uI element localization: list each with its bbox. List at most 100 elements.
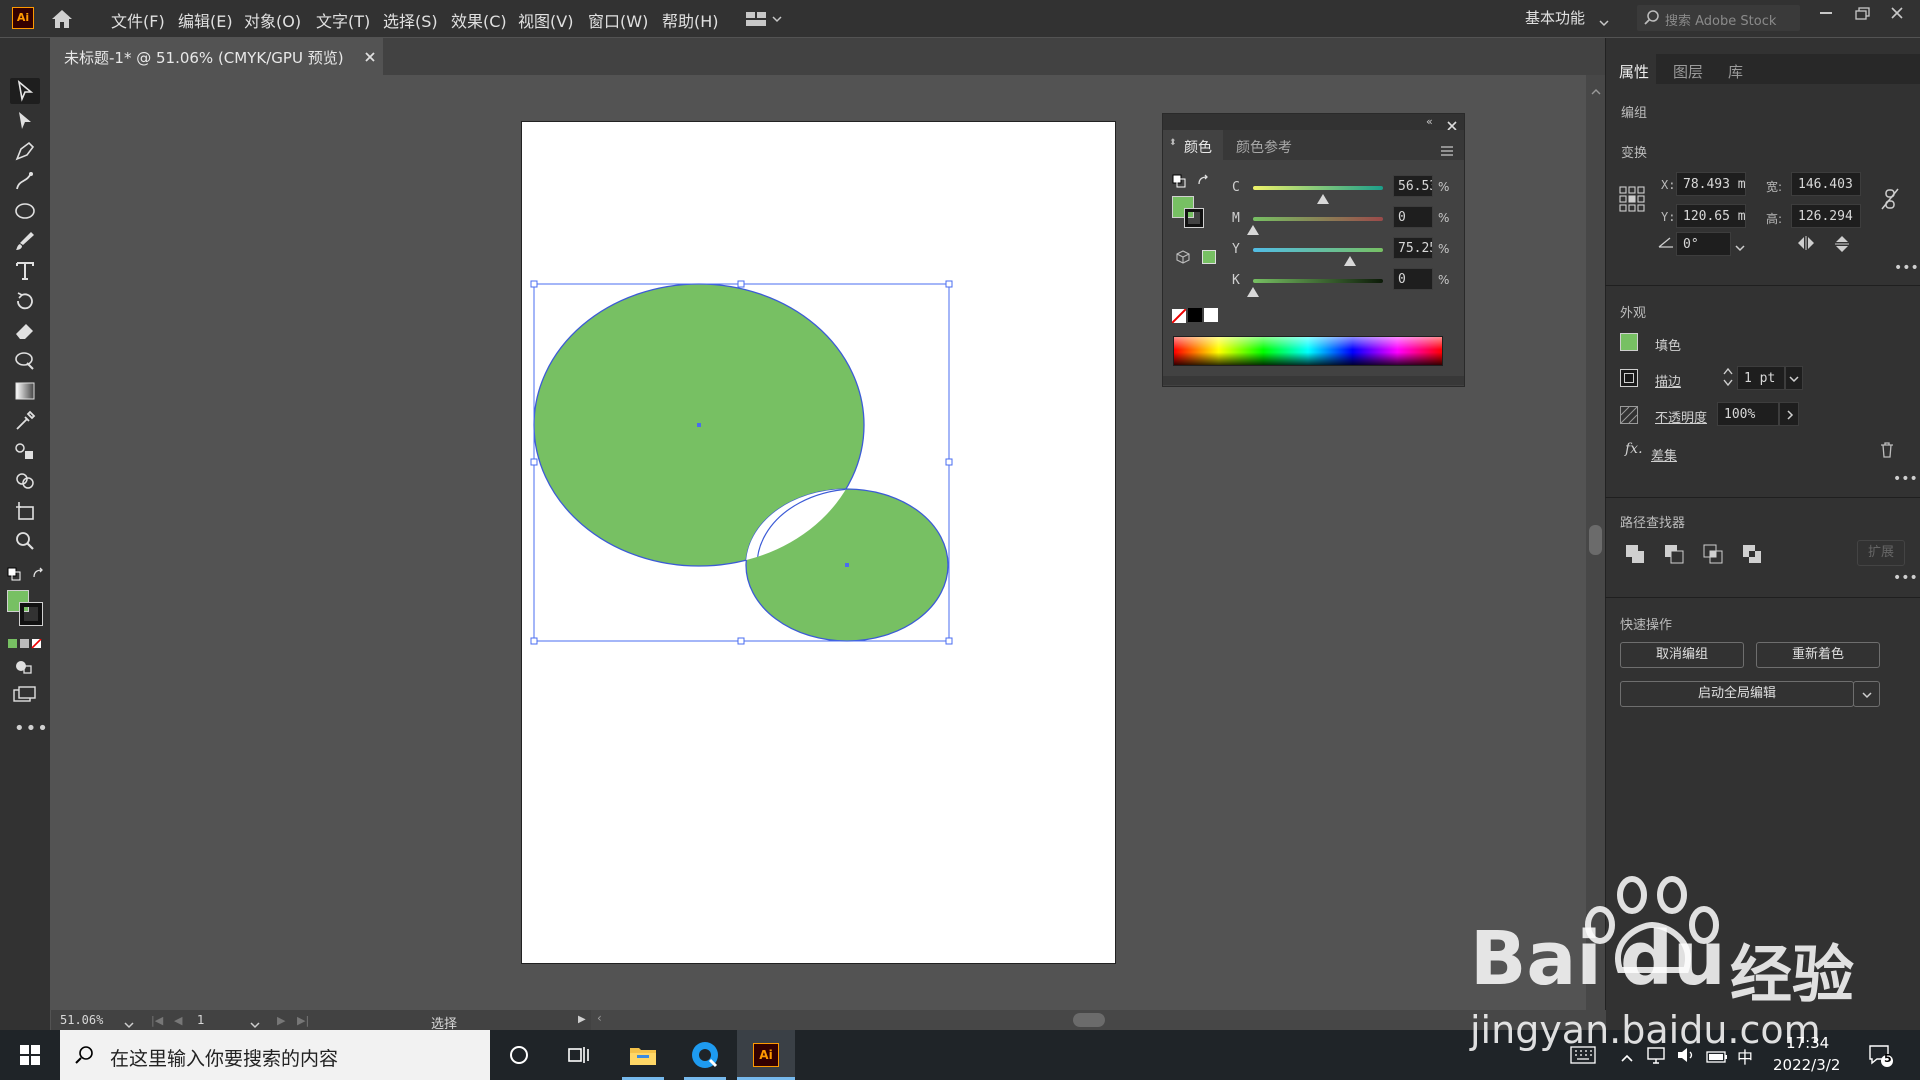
menu-edit[interactable]: 编辑(E) [178,8,233,32]
blend-tool[interactable] [10,438,40,464]
eraser-tool[interactable] [10,318,40,344]
yellow-slider-thumb[interactable] [1344,251,1356,270]
pathfinder-more-icon[interactable]: ••• [1893,570,1918,586]
menu-window[interactable]: 窗口(W) [588,8,648,32]
tab-layers[interactable]: 图层 [1673,61,1703,82]
opacity-field[interactable]: 100% [1717,402,1779,426]
color-panel-header[interactable]: « [1163,114,1464,131]
workspace-switcher[interactable]: 基本功能 [1525,7,1585,28]
first-artboard-icon[interactable]: |◀ [151,1014,163,1027]
default-fill-stroke-icon[interactable] [1172,173,1186,192]
gradient-tool[interactable] [10,378,40,404]
ungroup-button[interactable]: 取消编组 [1620,642,1744,668]
direct-selection-tool[interactable] [10,108,40,134]
recolor-button[interactable]: 重新着色 [1756,642,1880,668]
out-of-gamut-cube-icon[interactable] [1176,249,1190,268]
unite-icon[interactable] [1625,544,1645,568]
close-icon[interactable] [1890,5,1904,24]
flip-horizontal-icon[interactable] [1796,235,1816,255]
prev-artboard-icon[interactable]: ◀ [174,1014,182,1027]
status-menu-arrow[interactable]: ▶ [578,1014,586,1025]
minus-front-icon[interactable] [1664,544,1684,568]
swap-colors-icon[interactable] [32,566,46,585]
stroke-stepper-icon[interactable] [1722,366,1734,392]
height-field[interactable]: 126.294 [1791,204,1861,228]
document-tab[interactable]: 未标题-1* @ 51.06% (CMYK/GPU 预览) [51,38,383,75]
color-spectrum[interactable] [1173,336,1443,366]
y-field[interactable]: 120.65 m [1676,204,1746,228]
constrain-proportions-icon[interactable] [1881,188,1899,214]
curvature-tool[interactable] [10,168,40,194]
black-slider-thumb[interactable] [1247,282,1259,301]
tab-close-icon[interactable] [364,48,376,67]
menu-help[interactable]: 帮助(H) [662,8,719,32]
windows-start-icon[interactable] [20,1045,40,1069]
next-artboard-icon[interactable]: ▶ [277,1014,285,1027]
intersect-icon[interactable] [1703,544,1723,568]
menu-file[interactable]: 文件(F) [111,8,165,32]
cyan-value[interactable]: 56.53 [1393,175,1433,197]
menu-view[interactable]: 视图(V) [518,8,573,32]
artwork[interactable] [521,121,1116,964]
type-tool[interactable] [10,258,40,284]
magenta-value[interactable]: 0 [1393,206,1433,228]
appearance-stroke-swatch[interactable] [1620,369,1638,387]
zoom-level[interactable]: 51.06% [60,1013,103,1027]
scroll-up-arrow[interactable] [1591,81,1601,100]
ellipse-tool[interactable] [10,198,40,224]
panel-stroke-swatch[interactable] [1184,208,1204,228]
shape-builder-tool[interactable] [10,468,40,494]
default-colors-icon[interactable] [7,566,21,585]
app-logo[interactable]: Ai [12,7,34,29]
artboard-number[interactable]: 1 [197,1013,205,1027]
menu-type[interactable]: 文字(T) [316,8,370,32]
paintbrush-tool[interactable] [10,228,40,254]
yellow-value[interactable]: 75.25 [1393,237,1433,259]
minimize-icon[interactable] [1820,12,1832,14]
fx-icon[interactable]: fx. [1625,441,1643,457]
chevron-down-icon[interactable] [1598,13,1610,32]
width-tool[interactable] [10,348,40,374]
transform-more-icon[interactable]: ••• [1894,260,1919,276]
trash-icon[interactable] [1880,442,1894,462]
global-edit-dropdown[interactable] [1853,681,1880,707]
exclude-icon[interactable] [1742,544,1762,568]
scroll-thumb[interactable] [1589,525,1602,555]
draw-mode-icon[interactable] [14,658,34,678]
color-mode-icons[interactable] [8,634,44,653]
stroke-weight-field[interactable]: 1 pt [1737,366,1785,390]
last-artboard-icon[interactable]: ▶| [297,1014,309,1027]
rotate-tool[interactable] [10,288,40,314]
angle-field[interactable]: 0° [1676,232,1731,256]
panel-menu-icon[interactable] [1441,141,1453,160]
clock-date[interactable]: 2022/3/2 [1773,1056,1840,1074]
tab-libraries[interactable]: 库 [1728,61,1743,82]
pen-tool[interactable] [10,138,40,164]
stroke-swatch[interactable] [19,602,43,626]
swap-fill-stroke-icon[interactable] [1197,173,1211,192]
black-slider[interactable] [1253,279,1383,283]
magenta-slider[interactable] [1253,217,1383,221]
opacity-dropdown[interactable] [1779,402,1799,426]
tab-color[interactable]: ⬍ 颜色 [1163,130,1223,160]
x-field[interactable]: 78.493 m [1676,172,1746,196]
stock-search-field[interactable]: 搜索 Adobe Stock [1637,5,1800,31]
restore-icon[interactable] [1855,6,1871,25]
menu-select[interactable]: 选择(S) [383,8,438,32]
menu-effect[interactable]: 效果(C) [451,8,507,32]
file-explorer-taskbar-button[interactable] [618,1030,668,1080]
reference-point-icon[interactable] [1619,186,1645,216]
selection-tool[interactable] [10,78,40,104]
width-field[interactable]: 146.403 [1791,172,1861,196]
flip-vertical-icon[interactable] [1834,234,1850,258]
effect-label[interactable]: 差集 [1651,445,1677,464]
browser-taskbar-button[interactable] [680,1030,730,1080]
home-icon[interactable] [50,8,74,34]
white-swatch[interactable] [1204,308,1218,322]
menu-object[interactable]: 对象(O) [244,8,301,32]
global-edit-button[interactable]: 启动全局编辑 [1620,681,1854,707]
appearance-more-icon[interactable]: ••• [1893,471,1918,487]
collapse-panel-icon[interactable]: « [1426,115,1433,128]
appearance-fill-swatch[interactable] [1620,333,1638,351]
horizontal-scrollbar[interactable]: ‹ [591,1010,1606,1030]
